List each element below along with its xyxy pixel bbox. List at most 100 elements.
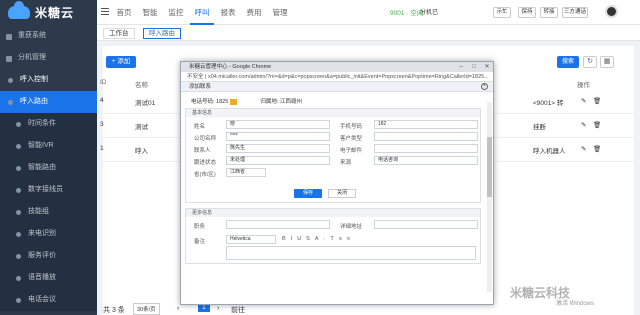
nav-billing[interactable]: 费用 [242,0,266,25]
save-button[interactable]: 保存 [294,189,322,198]
source-select[interactable]: 电话咨询 [374,156,478,165]
minimize-icon[interactable]: – [455,62,467,72]
address-field[interactable] [374,220,478,229]
followup-label: 跟进状态 [194,160,217,166]
position-label: 职务 [194,224,206,230]
nav-manage[interactable]: 管理 [268,0,292,25]
transfer-button[interactable]: 转接 [540,7,558,18]
section-title: 基本信息 [186,109,480,117]
company-field[interactable]: **** [226,132,330,141]
sidebar-item[interactable]: 服务评价 [0,245,97,267]
scrollbar-thumb[interactable] [487,137,492,197]
sidebar-item[interactable]: 电话会议 [0,289,97,311]
location-value: 江西赣州 [279,99,302,105]
pager-goto: 前往 [231,307,245,314]
followup-select[interactable]: 未处理 [226,156,330,165]
editor-toolbar[interactable]: BIUSA·T≡≡ [282,236,355,242]
row-id: 4 [100,97,104,104]
pagination: 共 3 条 30条/页 ‹ 1 › 前往 [103,303,634,315]
sidebar-item[interactable]: 呼入路由 [0,91,97,113]
basic-info-section: 基本信息 姓名 晓 手机号码 182 公司名称 **** 客户类型 联系人 熊先… [185,108,481,203]
sidebar-item[interactable]: 智能IVR [0,135,97,157]
nav-call[interactable]: 呼叫 [190,0,214,25]
delete-icon[interactable]: 🗑 [593,97,601,105]
row-name: 呼入 [135,148,148,155]
remark-editor[interactable] [226,246,476,260]
extension-status: 分机已 [420,10,439,16]
maximize-icon[interactable]: □ [468,62,480,72]
email-field[interactable] [374,144,478,153]
row-target: 挂断 [533,124,546,131]
edit-icon[interactable]: ✎ [581,145,586,153]
modal-close-icon[interactable]: × [481,83,488,90]
province-select[interactable]: 江西省 [226,168,266,177]
sidebar-item[interactable]: 技能组 [0,201,97,223]
modal-header: 添加联系 × [181,82,493,92]
app-logo: 米糖云 [0,0,97,25]
sidebar-item[interactable]: 数字接线员 [0,179,97,201]
hold-button[interactable]: 保持 [518,7,536,18]
sidebar-item[interactable]: 呼入控制 [0,69,97,91]
masked-digits [229,98,237,105]
sidebar-item[interactable]: 时间条件 [0,113,97,135]
close-button[interactable]: 关闭 [328,189,356,198]
location-label: 归属地: [260,99,279,105]
font-select[interactable]: Helvetica [226,235,276,244]
add-button[interactable]: + 添加 [106,56,136,68]
logo-text: 米糖云 [35,6,75,20]
search-button[interactable]: 搜索 [557,56,579,68]
row-name: 测试 [135,124,148,131]
delete-icon[interactable]: 🗑 [593,121,601,129]
nav-home[interactable]: 首页 [112,0,136,25]
sidebar-item[interactable]: 重获系统 [0,25,97,47]
remark-label: 备注 [194,239,206,245]
edit-icon[interactable]: ✎ [581,97,586,105]
contact-field[interactable]: 熊先生 [226,144,330,153]
position-field[interactable] [226,220,330,229]
pager-size-select[interactable]: 30条/页 [133,303,160,315]
top-nav: 首页 智能 监控 呼叫 报表 费用 管理 [112,0,294,25]
popup-window: 米糖云管理中心 - Google Chrome – □ ✕ 不安全 | x04.… [180,61,494,305]
column-header-name: 名称 [135,82,148,89]
contact-label: 联系人 [194,148,211,154]
columns-icon[interactable]: ▦ [600,56,614,68]
window-title: 米糖云管理中心 - Google Chrome [189,64,272,70]
phone-label: 电话号码: [191,99,215,105]
cloud-icon [8,1,30,19]
name-field[interactable]: 晓 [226,120,330,129]
row-id: 1 [100,145,104,152]
top-bar: 米糖云 首页 智能 监控 呼叫 报表 费用 管理 9001 · 空闲 分机已 示… [0,0,640,25]
tab-inbound-route[interactable]: 呼入路由 [143,28,181,39]
delete-icon[interactable]: 🗑 [593,145,601,153]
menu-toggle-icon[interactable] [101,8,109,16]
window-close-icon[interactable]: ✕ [481,62,493,72]
email-label: 电子邮件 [340,148,363,154]
province-label: 省(市/区) [194,172,216,178]
edit-icon[interactable]: ✎ [581,121,586,129]
sidebar-item[interactable]: 智能路由 [0,157,97,179]
avatar[interactable] [605,5,618,18]
sidebar-item[interactable]: 来电识别 [0,223,97,245]
sidebar-item[interactable]: 语音播放 [0,267,97,289]
pager-prev-icon[interactable]: ‹ [177,305,179,312]
pager-next-icon[interactable]: › [217,305,219,312]
busy-button[interactable]: 示忙 [493,7,511,18]
nav-report[interactable]: 报表 [216,0,240,25]
nav-monitor[interactable]: 监控 [164,0,188,25]
caller-info: 电话号码: 1825 归属地: 江西赣州 [191,97,471,105]
address-bar[interactable]: 不安全 | x04.micaller.com/admin/?m=&d=p&c=p… [181,72,493,82]
more-info-section: 更多信息 职务 详细地址 备注 Helvetica BIUSA·T≡≡ [185,208,481,264]
refresh-icon[interactable]: ↻ [583,56,597,68]
tab-workbench[interactable]: 工作台 [103,28,135,39]
three-way-button[interactable]: 三方通话 [562,7,588,18]
mobile-field[interactable]: 182 [374,120,478,129]
section-title: 更多信息 [186,209,480,217]
phone-value: 1825 [216,99,229,105]
sidebar: 重获系统 分机管理 呼入控制 呼入路由 时间条件 智能IVR 智能路由 数字接线员 技能组 来电识… [0,25,97,315]
nav-smart[interactable]: 智能 [138,0,162,25]
column-header-id: ID [100,79,107,86]
client-type-select[interactable] [374,132,478,141]
client-type-label: 客户类型 [340,136,363,142]
scrollbar[interactable] [487,102,492,292]
sidebar-item[interactable]: 分机管理 [0,47,97,69]
